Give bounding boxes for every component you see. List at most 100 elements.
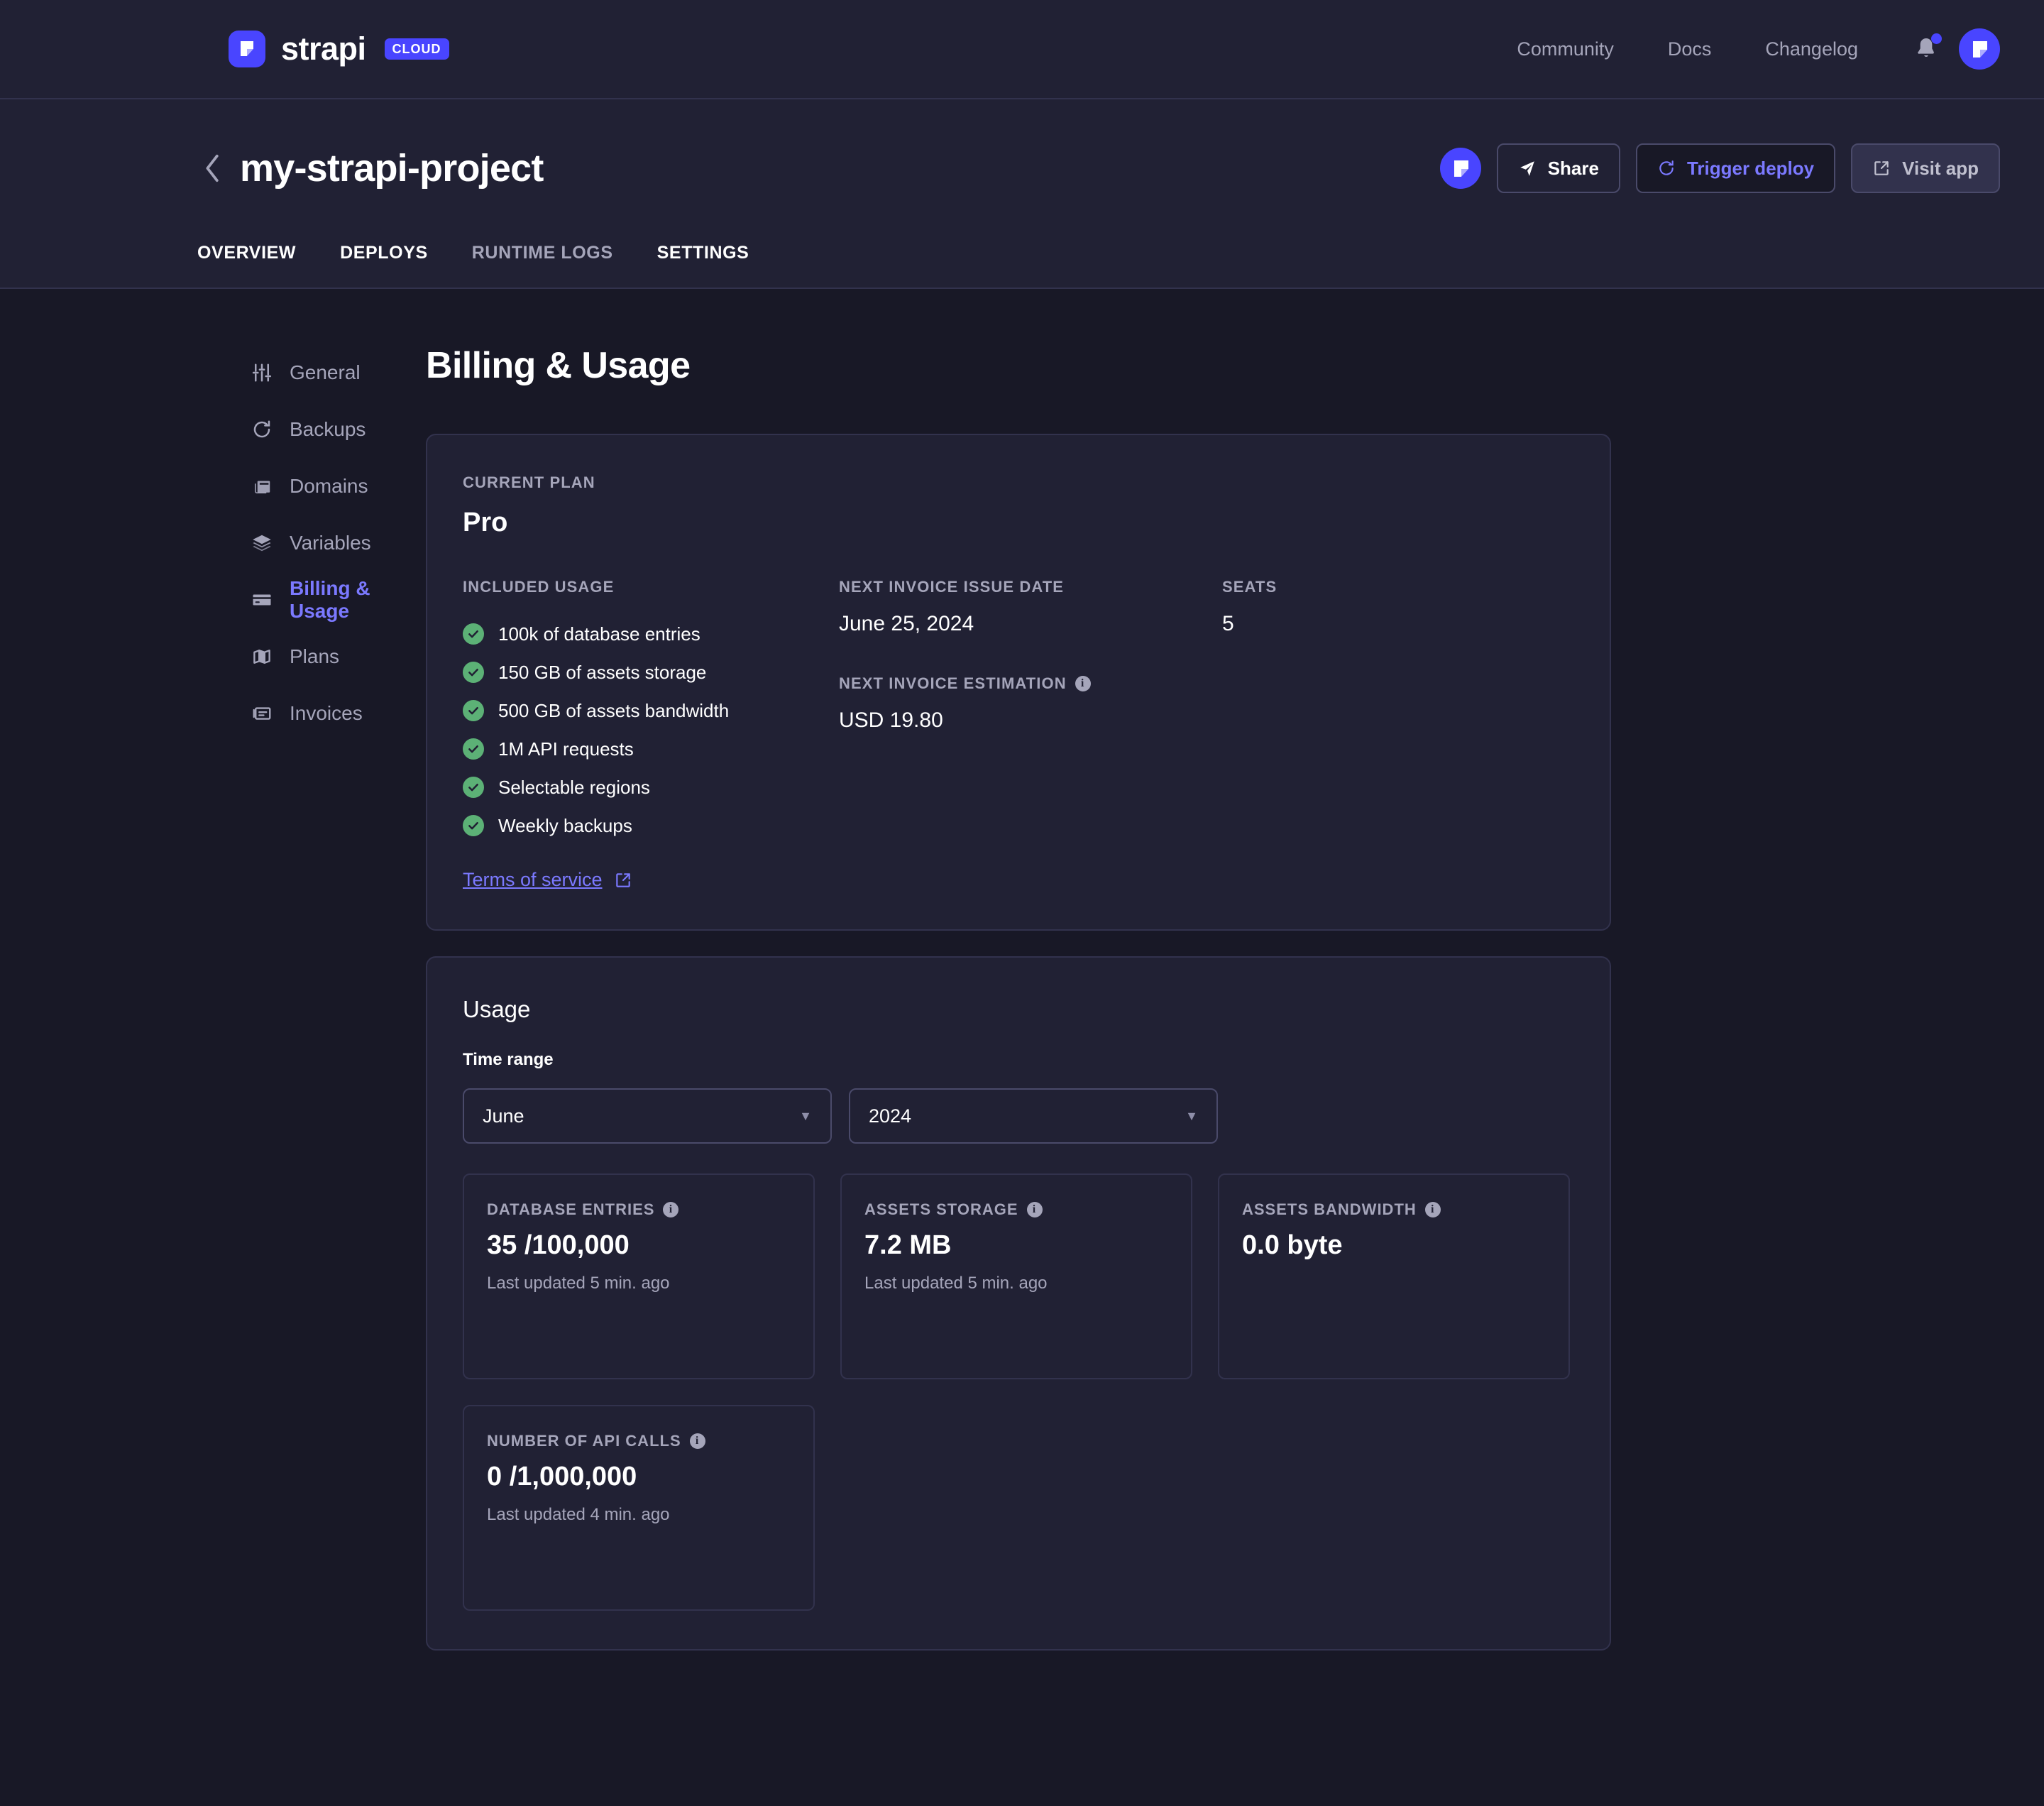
seats-column: SEATS 5 bbox=[1222, 578, 1574, 891]
next-invoice-date-value: June 25, 2024 bbox=[839, 612, 1222, 636]
top-nav-links: Community Docs Changelog bbox=[1490, 28, 2000, 70]
back-button[interactable] bbox=[197, 153, 229, 184]
metric-label-text: ASSETS BANDWIDTH bbox=[1242, 1200, 1417, 1219]
strapi-avatar-icon bbox=[1959, 28, 2000, 70]
strapi-logo-icon bbox=[229, 31, 265, 67]
brand-name: strapi bbox=[281, 31, 366, 67]
sidebar-item-invoices[interactable]: Invoices bbox=[250, 685, 426, 742]
included-usage-column: INCLUDED USAGE 100k of database entries bbox=[463, 578, 839, 891]
info-icon[interactable]: i bbox=[1425, 1202, 1441, 1217]
sidebar-item-variables[interactable]: Variables bbox=[250, 515, 426, 571]
strapi-avatar-icon bbox=[1440, 148, 1481, 189]
refresh-icon bbox=[1657, 159, 1676, 177]
next-invoice-estimation-label: NEXT INVOICE ESTIMATION i bbox=[839, 674, 1222, 693]
chevron-left-icon bbox=[204, 153, 222, 183]
metric-label-text: DATABASE ENTRIES bbox=[487, 1200, 654, 1219]
list-item-label: 150 GB of assets storage bbox=[498, 662, 706, 684]
sidebar-item-billing-usage[interactable]: Billing & Usage bbox=[250, 571, 426, 628]
project-tabs: OVERVIEW DEPLOYS RUNTIME LOGS SETTINGS bbox=[197, 193, 2000, 288]
metric-card-assets-bandwidth: ASSETS BANDWIDTH i 0.0 byte bbox=[1218, 1173, 1570, 1379]
current-plan-card: CURRENT PLAN Pro INCLUDED USAGE 100k of … bbox=[426, 434, 1611, 931]
visit-app-button[interactable]: Visit app bbox=[1851, 143, 2000, 193]
top-navigation-bar: strapi CLOUD Community Docs Changelog bbox=[0, 0, 2044, 99]
list-item: Selectable regions bbox=[463, 768, 839, 806]
settings-sidebar: General Backups Domains bbox=[0, 344, 426, 1651]
list-item-label: 100k of database entries bbox=[498, 623, 700, 645]
project-header-row: my-strapi-project Share bbox=[197, 143, 2000, 193]
metric-label-text: NUMBER OF API CALLS bbox=[487, 1432, 681, 1450]
metric-last-updated: Last updated 4 min. ago bbox=[487, 1505, 791, 1525]
usage-card: Usage Time range June ▼ 2024 ▼ DATABASE … bbox=[426, 956, 1611, 1651]
brand-logo[interactable]: strapi CLOUD bbox=[229, 31, 449, 67]
billing-page-title: Billing & Usage bbox=[426, 344, 1611, 387]
invoice-column: NEXT INVOICE ISSUE DATE June 25, 2024 NE… bbox=[839, 578, 1222, 891]
trigger-deploy-button[interactable]: Trigger deploy bbox=[1636, 143, 1835, 193]
tab-runtime-logs[interactable]: RUNTIME LOGS bbox=[472, 243, 613, 288]
year-select-value: 2024 bbox=[869, 1105, 911, 1127]
project-avatar[interactable] bbox=[1440, 148, 1481, 189]
sidebar-item-label: Domains bbox=[290, 475, 368, 498]
metric-label: NUMBER OF API CALLS i bbox=[487, 1432, 791, 1450]
user-avatar[interactable] bbox=[1959, 28, 2000, 70]
sidebar-item-label: Billing & Usage bbox=[290, 577, 426, 623]
sidebar-item-plans[interactable]: Plans bbox=[250, 628, 426, 685]
metric-value: 0.0 byte bbox=[1242, 1230, 1546, 1261]
check-circle-icon bbox=[463, 662, 484, 683]
sidebar-item-domains[interactable]: Domains bbox=[250, 458, 426, 515]
sidebar-item-general[interactable]: General bbox=[250, 344, 426, 401]
next-invoice-estimation-value: USD 19.80 bbox=[839, 708, 1222, 733]
visit-app-label: Visit app bbox=[1902, 158, 1979, 180]
sliders-icon bbox=[250, 361, 274, 385]
refresh-icon bbox=[250, 417, 274, 442]
metric-value: 0 /1,000,000 bbox=[487, 1462, 791, 1492]
check-circle-icon bbox=[463, 738, 484, 760]
year-select[interactable]: 2024 ▼ bbox=[849, 1088, 1218, 1144]
info-icon[interactable]: i bbox=[690, 1433, 705, 1449]
sidebar-item-label: Variables bbox=[290, 532, 371, 554]
list-item-label: 500 GB of assets bandwidth bbox=[498, 700, 729, 722]
metric-label: DATABASE ENTRIES i bbox=[487, 1200, 791, 1219]
chevron-down-icon: ▼ bbox=[1185, 1109, 1198, 1124]
tab-deploys[interactable]: DEPLOYS bbox=[340, 243, 428, 288]
metric-label: ASSETS STORAGE i bbox=[864, 1200, 1168, 1219]
time-range-selects: June ▼ 2024 ▼ bbox=[463, 1088, 1574, 1144]
info-icon[interactable]: i bbox=[1075, 676, 1091, 691]
current-plan-label: CURRENT PLAN bbox=[463, 474, 1574, 492]
metric-card-api-calls: NUMBER OF API CALLS i 0 /1,000,000 Last … bbox=[463, 1405, 815, 1611]
share-button[interactable]: Share bbox=[1497, 143, 1620, 193]
month-select-value: June bbox=[483, 1105, 524, 1127]
usage-title: Usage bbox=[463, 996, 1574, 1023]
list-item-label: Selectable regions bbox=[498, 777, 650, 799]
list-item: 100k of database entries bbox=[463, 615, 839, 653]
project-header: my-strapi-project Share bbox=[0, 99, 2044, 289]
external-link-icon bbox=[1872, 159, 1891, 177]
metric-value: 35 /100,000 bbox=[487, 1230, 791, 1261]
nav-link-changelog[interactable]: Changelog bbox=[1738, 38, 1885, 60]
main-content: Billing & Usage CURRENT PLAN Pro INCLUDE… bbox=[426, 344, 1611, 1651]
terms-of-service-link[interactable]: Terms of service bbox=[463, 869, 632, 891]
page-title: my-strapi-project bbox=[240, 146, 544, 190]
metric-value: 7.2 MB bbox=[864, 1230, 1168, 1261]
project-actions: Share Trigger deploy Visit app bbox=[1440, 143, 2000, 193]
tab-settings[interactable]: SETTINGS bbox=[657, 243, 749, 288]
list-item-label: 1M API requests bbox=[498, 738, 634, 760]
list-item-label: Weekly backups bbox=[498, 815, 632, 837]
send-icon bbox=[1518, 159, 1537, 177]
metric-label-text: ASSETS STORAGE bbox=[864, 1200, 1018, 1219]
nav-link-community[interactable]: Community bbox=[1490, 38, 1641, 60]
info-icon[interactable]: i bbox=[1027, 1202, 1043, 1217]
page-body: General Backups Domains bbox=[0, 289, 2044, 1651]
notifications-button[interactable] bbox=[1912, 33, 1940, 65]
month-select[interactable]: June ▼ bbox=[463, 1088, 832, 1144]
sidebar-item-backups[interactable]: Backups bbox=[250, 401, 426, 458]
chevron-down-icon: ▼ bbox=[799, 1109, 812, 1124]
sidebar-item-label: Plans bbox=[290, 645, 339, 668]
trigger-deploy-label: Trigger deploy bbox=[1687, 158, 1814, 180]
tab-overview[interactable]: OVERVIEW bbox=[197, 243, 296, 288]
share-button-label: Share bbox=[1548, 158, 1599, 180]
nav-link-docs[interactable]: Docs bbox=[1641, 38, 1739, 60]
list-item: 150 GB of assets storage bbox=[463, 653, 839, 691]
info-icon[interactable]: i bbox=[663, 1202, 678, 1217]
list-item: 1M API requests bbox=[463, 730, 839, 768]
metric-card-assets-storage: ASSETS STORAGE i 7.2 MB Last updated 5 m… bbox=[840, 1173, 1192, 1379]
